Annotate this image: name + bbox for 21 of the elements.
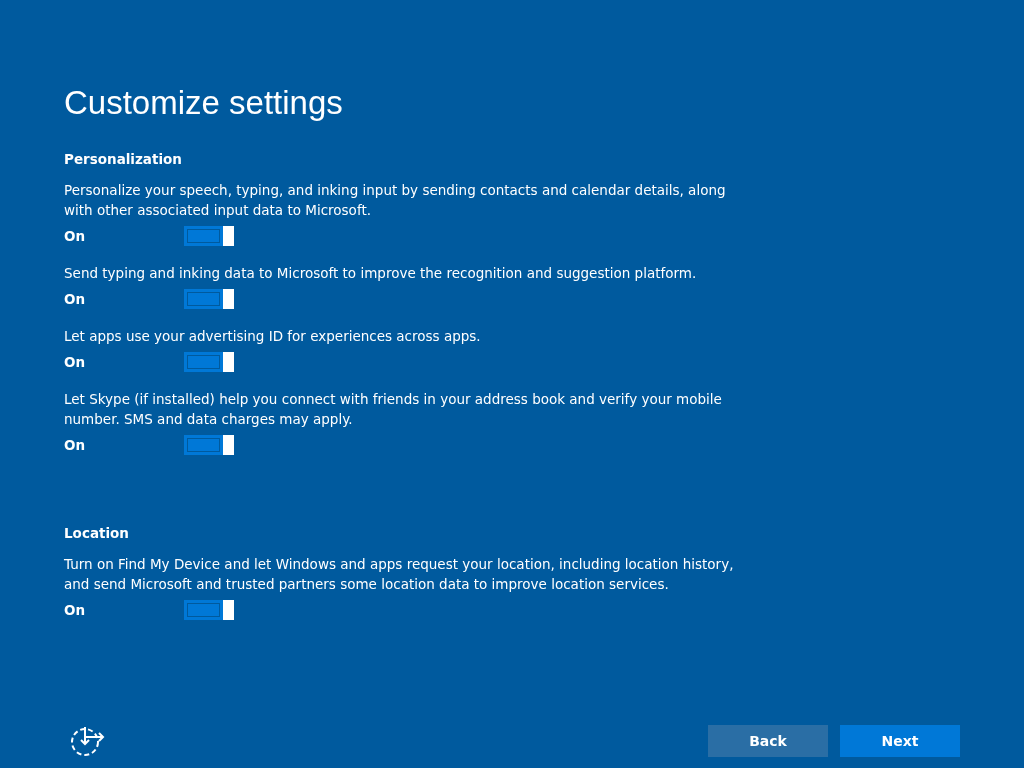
toggle-state-label: On — [64, 602, 87, 618]
toggle-state-label: On — [64, 291, 87, 307]
section-heading: Personalization — [64, 150, 183, 168]
toggle-state-label: On — [64, 228, 87, 244]
setting-description: Let apps use your advertising ID for experiences across apps. — [64, 327, 482, 346]
toggle-switch[interactable] — [184, 352, 234, 372]
accessibility-icon[interactable] — [70, 725, 106, 757]
toggle-switch[interactable] — [184, 289, 234, 309]
back-button[interactable]: Back — [708, 725, 828, 757]
toggle-switch[interactable] — [184, 600, 234, 620]
toggle-switch[interactable] — [184, 435, 234, 455]
setting-description: Personalize your speech, typing, and inking input by sending contacts and calendar details, along with other associated input data to Microsoft. — [64, 181, 727, 220]
toggle-state-label: On — [64, 437, 87, 453]
setting-description: Let Skype (if installed) help you connect with friends in your address book and verify your mobile number. SMS and data charges may apply. — [64, 390, 723, 429]
toggle-state-label: On — [64, 354, 87, 370]
setting-description: Turn on Find My Device and let Windows and apps request your location, including location history, and send Microsoft and trusted partners some location data to improve location services. — [64, 555, 735, 594]
page-title: Customize settings — [64, 83, 344, 123]
toggle-switch[interactable] — [184, 226, 234, 246]
next-button[interactable]: Next — [840, 725, 960, 757]
section-heading: Location — [64, 524, 130, 542]
setting-description: Send typing and inking data to Microsoft to improve the recognition and suggestion platform. — [64, 264, 698, 283]
